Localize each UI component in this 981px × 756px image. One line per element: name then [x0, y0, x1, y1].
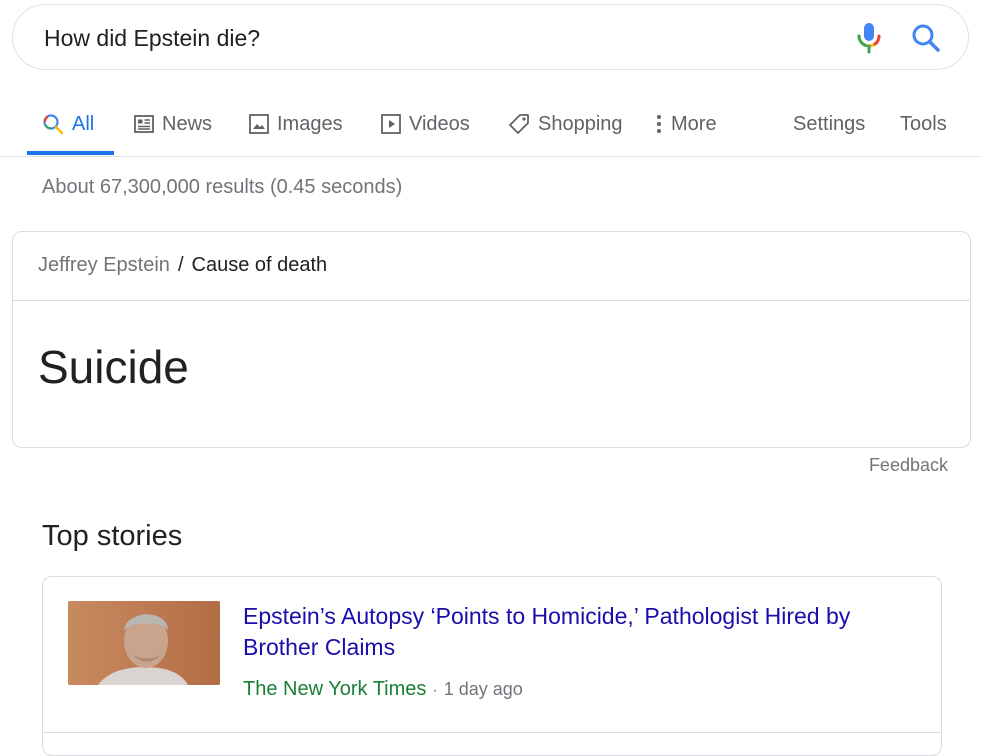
- magnifier-icon[interactable]: [911, 23, 941, 53]
- feedback-link[interactable]: Feedback: [869, 455, 948, 476]
- search-box[interactable]: [12, 4, 969, 70]
- tab-more[interactable]: More: [655, 110, 717, 138]
- answer-value: Suicide: [38, 341, 189, 393]
- play-icon: [381, 114, 401, 134]
- breadcrumb-attribute: Cause of death: [191, 254, 328, 276]
- image-icon: [249, 114, 269, 134]
- more-vert-icon: [655, 114, 663, 134]
- tab-label: News: [162, 112, 213, 135]
- tab-label: Tools: [900, 112, 947, 135]
- story-time: 1 day ago: [443, 679, 523, 699]
- breadcrumb-entity[interactable]: Jeffrey Epstein: [38, 254, 170, 276]
- tab-label: All: [72, 112, 95, 135]
- tab-label: More: [671, 112, 717, 135]
- answer-card: Jeffrey Epstein / Cause of death Suicide: [12, 231, 971, 448]
- breadcrumb-separator: /: [177, 254, 184, 276]
- tab-news[interactable]: News: [134, 110, 212, 138]
- result-stats: About 67,300,000 results (0.45 seconds): [42, 176, 403, 198]
- breadcrumb: Jeffrey Epstein / Cause of death: [38, 254, 327, 277]
- meta-separator: ·: [432, 682, 438, 699]
- tab-images[interactable]: Images: [249, 110, 343, 138]
- story-headline[interactable]: Epstein’s Autopsy ‘Points to Homicide,’ …: [243, 601, 903, 663]
- answer-divider: [13, 300, 970, 301]
- search-icon: [42, 113, 64, 135]
- story-card: Epstein’s Autopsy ‘Points to Homicide,’ …: [42, 576, 942, 756]
- microphone-icon[interactable]: [855, 22, 883, 54]
- story-meta: The New York Times · 1 day ago: [243, 678, 523, 701]
- tab-label: Videos: [409, 112, 470, 135]
- tab-videos[interactable]: Videos: [381, 110, 470, 138]
- tab-label: Shopping: [538, 112, 623, 135]
- tab-label: Settings: [793, 112, 866, 135]
- search-tabs: All News Images Videos Shopping More Set…: [0, 98, 981, 156]
- story-divider: [43, 732, 941, 733]
- tab-tools[interactable]: Tools: [900, 110, 947, 138]
- active-tab-indicator: [27, 151, 114, 155]
- story-source: The New York Times: [243, 678, 427, 700]
- tabs-divider: [0, 156, 981, 157]
- news-icon: [134, 115, 154, 133]
- top-stories-title: Top stories: [42, 520, 183, 552]
- tab-settings[interactable]: Settings: [793, 110, 865, 138]
- tab-shopping[interactable]: Shopping: [508, 110, 623, 138]
- tag-icon: [508, 113, 530, 135]
- tab-label: Images: [277, 112, 343, 135]
- story-thumbnail[interactable]: [68, 601, 220, 685]
- search-input[interactable]: [44, 23, 804, 53]
- tab-all[interactable]: All: [42, 110, 94, 138]
